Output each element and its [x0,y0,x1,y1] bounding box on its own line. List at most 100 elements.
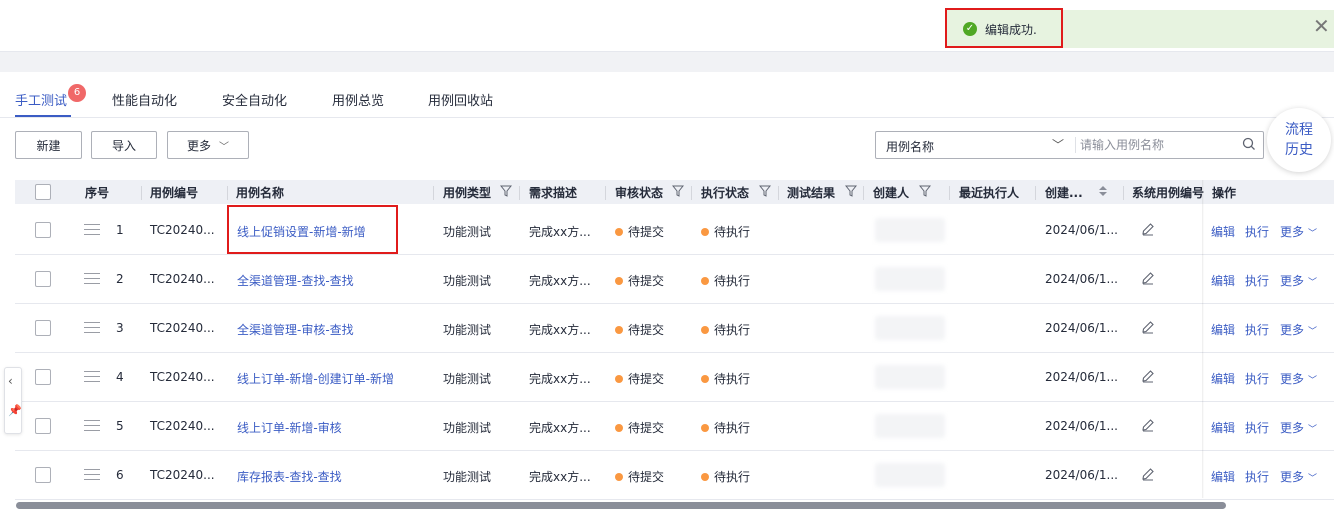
drag-handle-icon[interactable] [84,371,100,383]
edit-pencil-icon[interactable] [1141,418,1155,432]
col-system-case-code: 系统用例编号 [1132,186,1204,200]
chevron-down-icon: ﹀ [219,141,229,153]
filter-icon[interactable] [919,185,931,197]
more-button[interactable]: 更多 ﹀ [167,131,249,159]
edit-pencil-icon[interactable] [1141,369,1155,383]
row-edit-link[interactable]: 编辑 [1211,223,1235,240]
row-case-name-link[interactable]: 库存报表-查找-查找 [237,468,342,485]
row-run-link[interactable]: 执行 [1245,321,1269,338]
column-divider [141,186,142,200]
row-more-link[interactable]: 更多 ﹀ [1280,272,1317,289]
side-collapse-tab[interactable]: ‹ 📌 [4,367,22,434]
edit-pencil-icon[interactable] [1141,320,1155,334]
chevron-down-icon[interactable]: ﹀ [1052,136,1064,153]
row-case-name-link[interactable]: 线上订单-新增-创建订单-新增 [237,370,394,387]
row-creator-redacted [875,267,945,291]
row-case-code: TC20240... [150,223,215,237]
drag-handle-icon[interactable] [84,469,100,481]
column-divider [691,186,692,200]
row-checkbox[interactable] [35,222,51,238]
import-button[interactable]: 导入 [91,131,157,159]
row-exec-status: 待执行 [701,419,750,436]
row-case-name-link[interactable]: 线上订单-新增-审核 [237,419,342,436]
row-run-link[interactable]: 执行 [1245,272,1269,289]
drag-handle-icon[interactable] [84,322,100,334]
search-divider [1075,137,1076,153]
exec-status-text: 待执行 [714,323,751,337]
table-row: 1 TC20240... 线上促销设置-新增-新增 功能测试 完成xx方... … [15,206,1334,255]
search-input[interactable] [1080,135,1230,155]
sort-icon[interactable] [1097,185,1109,197]
search-field-select[interactable]: 用例名称 [886,138,934,155]
row-checkbox[interactable] [35,271,51,287]
row-edit-link[interactable]: 编辑 [1211,321,1235,338]
filter-icon[interactable] [672,185,684,197]
filter-icon[interactable] [759,185,771,197]
row-created-time: 2024/06/1... [1045,223,1118,237]
row-case-name-link[interactable]: 全渠道管理-审核-查找 [237,321,354,338]
row-edit-link[interactable]: 编辑 [1211,370,1235,387]
row-case-code: TC20240... [150,321,215,335]
row-edit-link[interactable]: 编辑 [1211,419,1235,436]
row-more-link[interactable]: 更多 ﹀ [1280,321,1317,338]
tab-performance-automation[interactable]: 性能自动化 [112,90,177,109]
row-requirement-desc: 完成xx方... [529,470,591,484]
row-case-type: 功能测试 [443,323,492,337]
flow-history-button[interactable]: 流程 历史 [1267,108,1331,172]
column-divider [227,186,228,200]
row-case-name-link[interactable]: 全渠道管理-查找-查找 [237,272,354,289]
status-dot [701,326,709,334]
row-review-status: 待提交 [615,272,664,289]
drag-handle-icon[interactable] [84,273,100,285]
row-exec-status: 待执行 [701,468,750,485]
filter-icon[interactable] [845,185,857,197]
row-more-link[interactable]: 更多 ﹀ [1280,468,1317,485]
row-requirement-desc: 完成xx方... [529,421,591,435]
status-dot [615,424,623,432]
tab-count-badge: 6 [68,84,86,102]
row-more-link[interactable]: 更多 ﹀ [1280,223,1317,240]
row-edit-link[interactable]: 编辑 [1211,468,1235,485]
row-checkbox[interactable] [35,320,51,336]
close-icon[interactable]: ✕ [1313,16,1330,36]
drag-handle-icon[interactable] [84,420,100,432]
tab-manual-test[interactable]: 手工测试 [15,90,67,109]
row-run-link[interactable]: 执行 [1245,468,1269,485]
select-all-checkbox[interactable] [35,184,51,200]
row-case-type: 功能测试 [443,470,492,484]
tab-case-overview[interactable]: 用例总览 [332,90,384,109]
table-row: 4 TC20240... 线上订单-新增-创建订单-新增 功能测试 完成xx方.… [15,353,1334,402]
filter-icon[interactable] [500,185,512,197]
row-more-label: 更多 [1280,421,1305,435]
tab-security-automation[interactable]: 安全自动化 [222,90,287,109]
row-requirement-desc: 完成xx方... [529,372,591,386]
status-dot [701,375,709,383]
edit-pencil-icon[interactable] [1141,467,1155,481]
row-run-link[interactable]: 执行 [1245,370,1269,387]
row-run-link[interactable]: 执行 [1245,223,1269,240]
drag-handle-icon[interactable] [84,224,100,236]
chevron-left-icon[interactable]: ‹ [8,374,13,388]
row-case-type: 功能测试 [443,274,492,288]
row-more-link[interactable]: 更多 ﹀ [1280,419,1317,436]
search-icon[interactable] [1242,137,1256,151]
horizontal-scrollbar[interactable] [16,502,1226,509]
pin-icon[interactable]: 📌 [8,404,22,417]
column-divider [778,186,779,200]
exec-status-text: 待执行 [714,274,751,288]
column-divider [605,186,606,200]
new-button[interactable]: 新建 [15,131,82,159]
row-checkbox[interactable] [35,467,51,483]
col-case-code: 用例编号 [150,186,199,200]
tab-recycle-bin[interactable]: 用例回收站 [428,90,493,109]
row-checkbox[interactable] [35,369,51,385]
row-more-link[interactable]: 更多 ﹀ [1280,370,1317,387]
edit-pencil-icon[interactable] [1141,271,1155,285]
chevron-down-icon: ﹀ [1308,474,1318,484]
edit-pencil-icon[interactable] [1141,222,1155,236]
fixed-column-shadow [1202,180,1204,498]
row-edit-link[interactable]: 编辑 [1211,272,1235,289]
row-requirement-desc: 完成xx方... [529,274,591,288]
row-run-link[interactable]: 执行 [1245,419,1269,436]
row-checkbox[interactable] [35,418,51,434]
